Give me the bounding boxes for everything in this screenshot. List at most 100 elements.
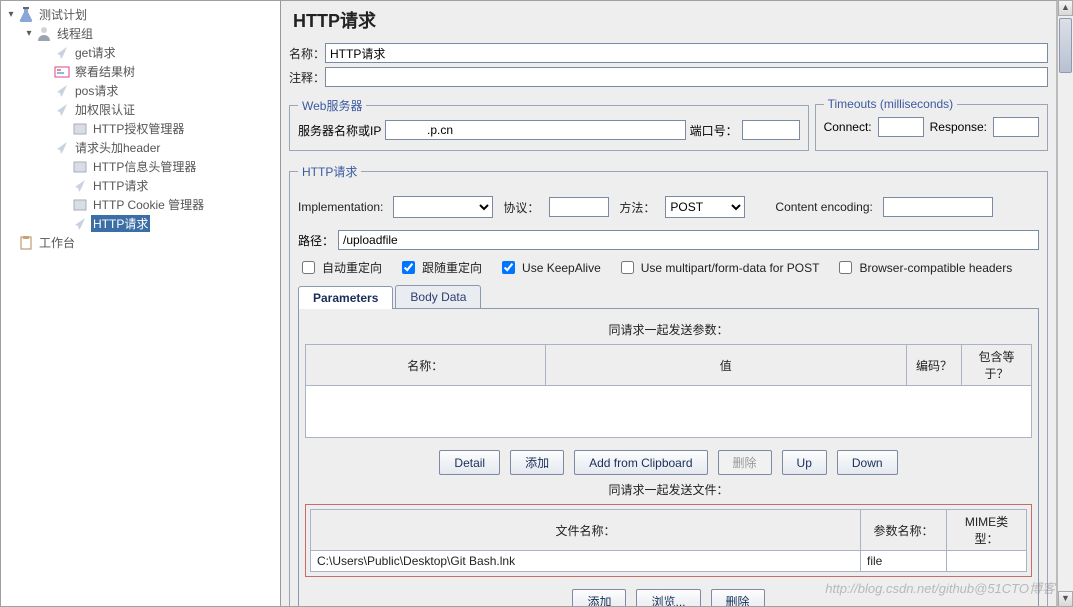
- outer-scrollbar[interactable]: ▲ ▼: [1057, 0, 1073, 607]
- connect-label: Connect:: [824, 120, 872, 134]
- tab-body-data[interactable]: Body Data: [395, 285, 481, 308]
- tree-node-test-plan[interactable]: ▾ 测试计划: [1, 5, 280, 24]
- method-label: 方法：: [619, 199, 655, 216]
- encoding-label: Content encoding:: [775, 200, 872, 214]
- comment-input[interactable]: [325, 67, 1048, 87]
- tree-label: pos请求: [73, 82, 120, 99]
- tree-label: 线程组: [55, 25, 95, 42]
- results-tree-icon: [53, 64, 71, 80]
- scroll-down-icon[interactable]: ▼: [1058, 591, 1073, 607]
- params-table[interactable]: 名称： 值 编码？ 包含等于？: [305, 344, 1032, 386]
- tree-node-workbench[interactable]: 工作台: [1, 233, 280, 252]
- tree-node[interactable]: pos请求: [1, 81, 280, 100]
- server-name-input[interactable]: [385, 120, 685, 140]
- page-title: HTTP请求: [289, 1, 1048, 39]
- tree-label: HTTP请求: [91, 215, 150, 232]
- tree-label: 测试计划: [37, 6, 89, 23]
- add-button[interactable]: 添加: [510, 450, 564, 475]
- connect-input[interactable]: [878, 117, 924, 137]
- tree-label: 工作台: [37, 234, 77, 251]
- tree-node[interactable]: get请求: [1, 43, 280, 62]
- col-include: 包含等于？: [962, 345, 1032, 386]
- tree-label: 察看结果树: [73, 63, 137, 80]
- file-add-button[interactable]: 添加: [572, 589, 626, 606]
- col-mime-type: MIME类型：: [947, 510, 1027, 551]
- implementation-select[interactable]: [393, 196, 493, 218]
- tree-label: get请求: [73, 44, 118, 61]
- collapse-toggle-icon[interactable]: ▾: [5, 9, 17, 20]
- sampler-icon: [53, 83, 71, 99]
- port-input[interactable]: [742, 120, 800, 140]
- server-name-label: 服务器名称或IP: [298, 122, 381, 139]
- tree-label: HTTP授权管理器: [91, 120, 186, 137]
- file-path-cell[interactable]: C:\Users\Public\Desktop\Git Bash.lnk: [311, 551, 861, 572]
- response-input[interactable]: [993, 117, 1039, 137]
- tree-label: HTTP信息头管理器: [91, 158, 198, 175]
- collapse-toggle-icon[interactable]: ▾: [23, 28, 35, 39]
- mime-cell[interactable]: [947, 551, 1027, 572]
- sampler-icon: [53, 140, 71, 156]
- protocol-input[interactable]: [549, 197, 609, 217]
- multipart-checkbox[interactable]: Use multipart/form-data for POST: [617, 258, 820, 277]
- encoding-input[interactable]: [883, 197, 993, 217]
- up-button[interactable]: Up: [782, 450, 827, 475]
- param-name-cell[interactable]: file: [861, 551, 947, 572]
- auto-redirect-checkbox[interactable]: 自动重定向: [298, 258, 382, 277]
- http-request-legend: HTTP请求: [298, 163, 361, 180]
- response-label: Response:: [930, 120, 987, 134]
- name-input[interactable]: [325, 43, 1048, 63]
- detail-button[interactable]: Detail: [439, 450, 500, 475]
- browser-compat-checkbox[interactable]: Browser-compatible headers: [835, 258, 1012, 277]
- port-label: 端口号：: [690, 122, 738, 139]
- config-icon: [71, 197, 89, 213]
- tree-node[interactable]: HTTP授权管理器: [1, 119, 280, 138]
- right-content: HTTP请求 名称： 注释： Web服务器 服务器名称或IP 端口号：: [281, 1, 1056, 606]
- request-tabs: Parameters Body Data: [298, 285, 1039, 309]
- params-empty-area[interactable]: [305, 386, 1032, 438]
- col-param-name: 参数名称：: [861, 510, 947, 551]
- col-name: 名称：: [306, 345, 546, 386]
- clipboard-icon: [17, 235, 35, 251]
- web-server-legend: Web服务器: [298, 97, 366, 114]
- delete-button[interactable]: 删除: [718, 450, 772, 475]
- sampler-icon: [53, 45, 71, 61]
- tree-label: HTTP Cookie 管理器: [91, 196, 206, 213]
- scroll-thumb[interactable]: [1059, 18, 1072, 73]
- table-row[interactable]: C:\Users\Public\Desktop\Git Bash.lnk fil…: [311, 551, 1027, 572]
- tree-node-selected[interactable]: HTTP请求: [1, 214, 280, 233]
- method-select[interactable]: POST: [665, 196, 745, 218]
- thread-group-icon: [35, 26, 53, 42]
- timeouts-fieldset: Timeouts (milliseconds) Connect: Respons…: [815, 97, 1048, 151]
- config-icon: [71, 159, 89, 175]
- scroll-up-icon[interactable]: ▲: [1058, 0, 1073, 16]
- tree-node[interactable]: HTTP信息头管理器: [1, 157, 280, 176]
- tree-node[interactable]: 请求头加header: [1, 138, 280, 157]
- path-input[interactable]: [338, 230, 1039, 250]
- file-delete-button[interactable]: 删除: [711, 589, 765, 606]
- flask-icon: [17, 7, 35, 23]
- timeouts-legend: Timeouts (milliseconds): [824, 97, 958, 111]
- follow-redirect-checkbox[interactable]: 跟随重定向: [398, 258, 482, 277]
- add-from-clipboard-button[interactable]: Add from Clipboard: [574, 450, 707, 475]
- down-button[interactable]: Down: [837, 450, 898, 475]
- tree-node[interactable]: 加权限认证: [1, 100, 280, 119]
- files-heading: 同请求一起发送文件：: [305, 481, 1032, 498]
- tab-parameters[interactable]: Parameters: [298, 286, 393, 309]
- tree-node[interactable]: HTTP Cookie 管理器: [1, 195, 280, 214]
- col-value: 值: [545, 345, 906, 386]
- name-label: 名称：: [289, 45, 325, 62]
- keepalive-checkbox[interactable]: Use KeepAlive: [498, 258, 601, 277]
- scroll-track[interactable]: [1058, 16, 1073, 591]
- tree-label: HTTP请求: [91, 177, 150, 194]
- sampler-icon: [71, 178, 89, 194]
- files-table[interactable]: 文件名称： 参数名称： MIME类型： C:\Users\Public\Desk…: [310, 509, 1027, 572]
- path-label: 路径：: [298, 232, 338, 249]
- sampler-icon: [53, 102, 71, 118]
- tree-node-thread-group[interactable]: ▾ 线程组: [1, 24, 280, 43]
- tree-node[interactable]: HTTP请求: [1, 176, 280, 195]
- test-plan-tree[interactable]: ▾ 测试计划 ▾ 线程组 get请求 察看结果树 pos请求 加权限认证 HTT…: [1, 1, 281, 606]
- file-browse-button[interactable]: 浏览...: [636, 589, 700, 606]
- implementation-label: Implementation:: [298, 200, 383, 214]
- http-request-fieldset: HTTP请求 Implementation: 协议： 方法： POST Cont…: [289, 163, 1048, 606]
- tree-node[interactable]: 察看结果树: [1, 62, 280, 81]
